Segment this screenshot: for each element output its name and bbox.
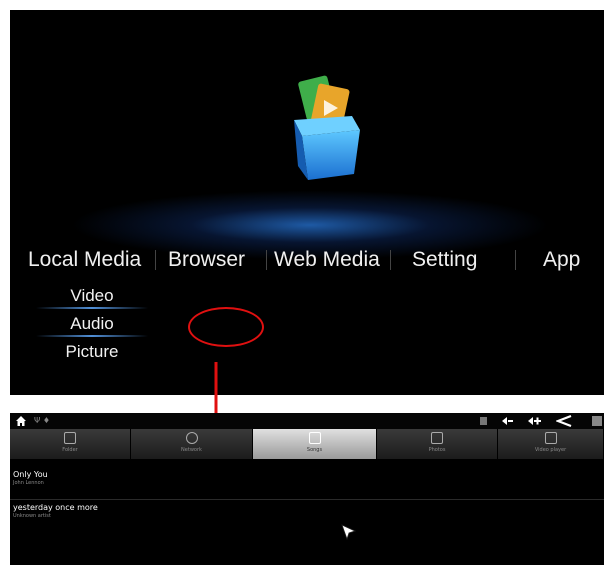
submenu-picture[interactable]: Picture: [32, 338, 152, 366]
annotation-circle: [188, 307, 264, 347]
local-media-submenu: Video Audio Picture: [32, 282, 152, 366]
launcher-screen: Local Media Browser Web Media Setting Ap…: [10, 10, 604, 395]
tab-network[interactable]: Network: [131, 429, 253, 459]
media-box-icon: [294, 75, 360, 180]
menu-web-media[interactable]: Web Media: [274, 238, 380, 282]
volume-up-icon[interactable]: [528, 416, 542, 426]
submenu-audio[interactable]: Audio: [32, 310, 152, 338]
network-icon: [186, 432, 198, 444]
submenu-video[interactable]: Video: [32, 282, 152, 310]
menu-divider: [266, 250, 267, 270]
menu-divider: [515, 250, 516, 270]
main-menu: Local Media Browser Web Media Setting Ap…: [10, 238, 604, 282]
tab-video-player[interactable]: Video player: [498, 429, 604, 459]
tab-photos-label: Photos: [428, 447, 446, 453]
song-title: Only You: [13, 470, 48, 479]
song-title: yesterday once more: [13, 503, 98, 512]
music-icon: [309, 432, 321, 444]
home-icon[interactable]: [16, 416, 26, 426]
folder-icon: [64, 432, 76, 444]
row-divider: [10, 499, 604, 500]
menu-local-media[interactable]: Local Media: [28, 238, 141, 282]
tab-bar: Folder Network Songs Photos Video player: [10, 429, 604, 459]
notification-glyphs: Ψ ♦: [34, 416, 51, 425]
submenu-picture-label: Picture: [65, 342, 119, 361]
mouse-cursor-icon: [341, 524, 356, 541]
menu-browser[interactable]: Browser: [168, 238, 245, 282]
music-player-screen: Ψ ♦ Folder Network Songs Photos Video pl…: [10, 413, 604, 565]
tab-folder-label: Folder: [62, 447, 78, 453]
tab-photos[interactable]: Photos: [377, 429, 498, 459]
status-bar: Ψ ♦: [10, 413, 604, 429]
song-row[interactable]: Only You John Lennon: [10, 470, 604, 500]
submenu-underline: [36, 307, 148, 309]
tab-songs-label: Songs: [306, 447, 323, 453]
video-icon: [545, 432, 557, 444]
song-artist: John Lennon: [13, 480, 44, 486]
tab-network-label: Network: [181, 447, 202, 453]
menu-setting[interactable]: Setting: [412, 238, 477, 282]
photo-icon: [431, 432, 443, 444]
submenu-underline: [36, 335, 148, 337]
menu-divider: [390, 250, 391, 270]
back-icon[interactable]: [556, 415, 572, 427]
menu-app[interactable]: App: [543, 238, 580, 282]
tab-folder[interactable]: Folder: [10, 429, 131, 459]
song-row[interactable]: yesterday once more Unknown artist: [10, 503, 604, 533]
menu-divider: [155, 250, 156, 270]
tab-video-player-label: Video player: [534, 447, 567, 453]
song-artist: Unknown artist: [13, 513, 51, 519]
submenu-audio-label: Audio: [70, 314, 114, 333]
volume-down-icon[interactable]: [502, 416, 514, 426]
menu-icon[interactable]: [480, 417, 487, 425]
screenshot-icon[interactable]: [592, 416, 602, 426]
tab-songs[interactable]: Songs: [253, 429, 377, 459]
submenu-video-label: Video: [70, 286, 114, 305]
